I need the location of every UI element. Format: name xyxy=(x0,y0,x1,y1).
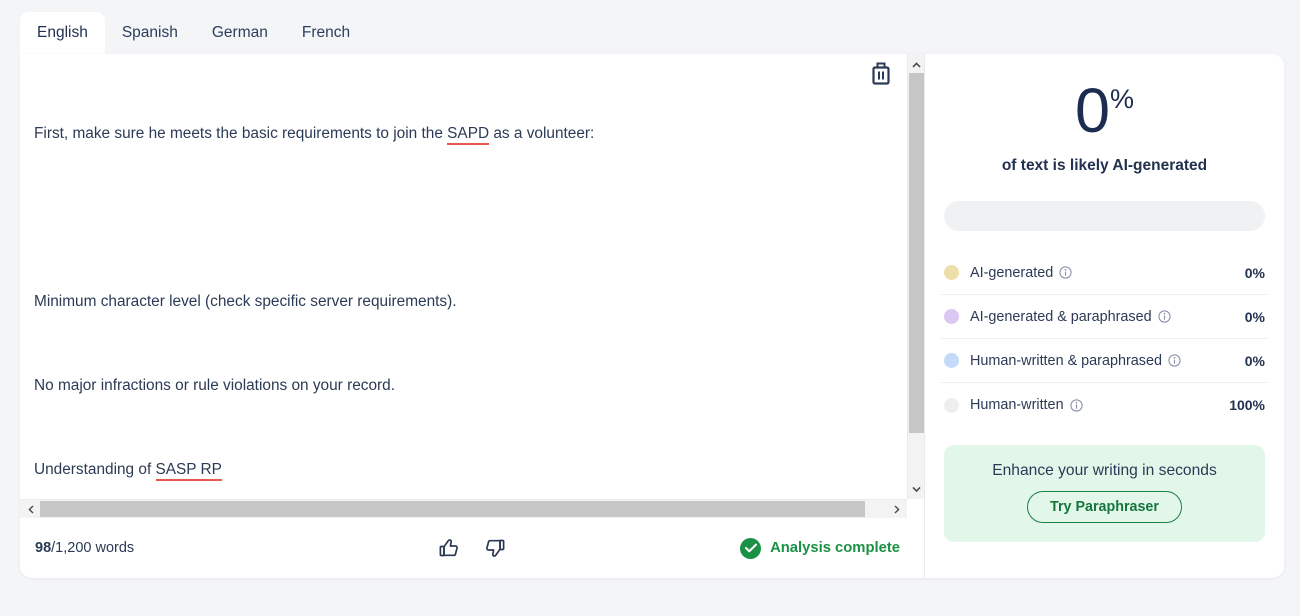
legend-label-human-written: Human-written xyxy=(970,397,1064,413)
legend-row-ai-generated-paraphrased: AI-generated & paraphrased 0% xyxy=(941,295,1268,339)
thumbs-up-icon xyxy=(439,539,458,557)
chevron-down-icon xyxy=(912,486,921,492)
thumbs-down-button[interactable] xyxy=(481,534,509,562)
editor-text-area[interactable]: First, make sure he meets the basic requ… xyxy=(20,54,924,499)
results-panel: 0% of text is likely AI-generated AI-gen… xyxy=(925,54,1284,578)
check-circle-icon xyxy=(740,537,762,559)
trash-icon xyxy=(872,62,890,85)
word-count: 98/1,200 words xyxy=(35,540,134,556)
analysis-status: Analysis complete xyxy=(740,537,912,559)
editor-panel: First, make sure he meets the basic requ… xyxy=(20,54,925,578)
legend-row-human-written: Human-written 100% xyxy=(941,383,1268,427)
check-icon xyxy=(744,543,757,553)
legend-value-ai-generated-paraphrased: 0% xyxy=(1244,308,1265,325)
legend-label-ai-generated-paraphrased: AI-generated & paraphrased xyxy=(970,308,1152,325)
editor-vertical-scrollbar[interactable] xyxy=(907,54,924,499)
paraphraser-promo-card: Enhance your writing in seconds Try Para… xyxy=(944,445,1265,542)
chevron-up-icon xyxy=(912,61,921,68)
ai-score-label: of text is likely AI-generated xyxy=(1001,157,1208,174)
language-tabs: English Spanish German French xyxy=(0,0,1300,54)
doc-blank-1 xyxy=(34,204,876,232)
promo-title: Enhance your writing in seconds xyxy=(992,462,1217,479)
spellcheck-flag-sapd-1[interactable]: SAPD xyxy=(447,125,490,145)
editor-horizontal-scrollbar[interactable] xyxy=(20,499,907,518)
results-legend: AI-generated 0% AI-generated & paraphras… xyxy=(941,251,1268,427)
scroll-left-button[interactable] xyxy=(22,500,39,518)
scroll-right-button[interactable] xyxy=(888,500,905,518)
legend-row-human-written-paraphrased: Human-written & paraphrased 0% xyxy=(941,339,1268,383)
doc-paragraph-1: First, make sure he meets the basic requ… xyxy=(34,120,876,148)
ai-score: 0% xyxy=(941,80,1268,143)
doc-line-1a: First, make sure he meets the basic requ… xyxy=(34,125,448,142)
info-icon-glyph xyxy=(1158,310,1171,323)
legend-dot-human-written xyxy=(944,397,959,413)
tab-french[interactable]: French xyxy=(285,12,367,54)
word-count-current: 98 xyxy=(35,540,52,556)
legend-dot-ai-generated-paraphrased xyxy=(944,309,959,324)
scroll-down-button[interactable] xyxy=(908,480,924,497)
analysis-status-text: Analysis complete xyxy=(770,540,900,556)
info-icon-glyph xyxy=(1059,266,1072,279)
ai-score-percent-sign: % xyxy=(1110,84,1135,114)
delete-text-button[interactable] xyxy=(870,62,892,86)
legend-value-ai-generated: 0% xyxy=(1244,264,1265,281)
legend-label-ai-generated: AI-generated xyxy=(970,264,1054,281)
chevron-left-icon xyxy=(27,504,33,514)
legend-row-ai-generated: AI-generated 0% xyxy=(941,251,1268,295)
tab-german[interactable]: German xyxy=(195,12,285,54)
legend-value-human-written-paraphrased: 0% xyxy=(1244,352,1265,369)
legend-label-human-written-paraphrased: Human-written & paraphrased xyxy=(970,352,1162,369)
info-icon-glyph xyxy=(1168,354,1181,367)
ai-score-progress-bar xyxy=(944,201,1265,231)
app-root: English Spanish German French First, mak… xyxy=(0,0,1300,616)
word-count-limit: /1,200 words xyxy=(51,540,135,556)
scroll-up-button[interactable] xyxy=(908,56,924,73)
info-icon[interactable] xyxy=(1059,266,1072,279)
tab-spanish[interactable]: Spanish xyxy=(105,12,195,54)
info-icon[interactable] xyxy=(1069,398,1083,412)
info-icon-glyph xyxy=(1069,398,1083,412)
doc-paragraph-4: Understanding of SASP RP xyxy=(34,456,876,484)
horizontal-scroll-thumb[interactable] xyxy=(40,501,865,517)
legend-value-human-written: 100% xyxy=(1229,397,1265,413)
try-paraphraser-button[interactable]: Try Paraphraser xyxy=(1027,491,1182,523)
vertical-scroll-thumb[interactable] xyxy=(909,73,924,433)
legend-dot-ai-generated xyxy=(944,265,959,280)
doc-line-2: Minimum character level (check specific … xyxy=(34,293,457,310)
ai-score-number: 0 xyxy=(1074,76,1110,146)
editor-status-bar: 98/1,200 words Analysis complete xyxy=(20,518,924,578)
info-icon[interactable] xyxy=(1158,310,1171,323)
doc-line-3: No major infractions or rule violations … xyxy=(34,377,395,394)
thumbs-down-icon xyxy=(486,539,505,557)
main-card: First, make sure he meets the basic requ… xyxy=(20,54,1284,578)
document-text[interactable]: First, make sure he meets the basic requ… xyxy=(20,64,900,499)
doc-line-1b: as a volunteer: xyxy=(489,125,595,142)
thumbs-up-button[interactable] xyxy=(435,534,463,562)
legend-dot-human-written-paraphrased xyxy=(944,353,959,368)
spellcheck-flag-sasp-rp[interactable]: SASP RP xyxy=(155,461,222,481)
tab-english[interactable]: English xyxy=(20,12,105,54)
doc-line-4a: Understanding of xyxy=(34,461,156,478)
chevron-right-icon xyxy=(894,504,900,514)
info-icon[interactable] xyxy=(1168,354,1181,367)
